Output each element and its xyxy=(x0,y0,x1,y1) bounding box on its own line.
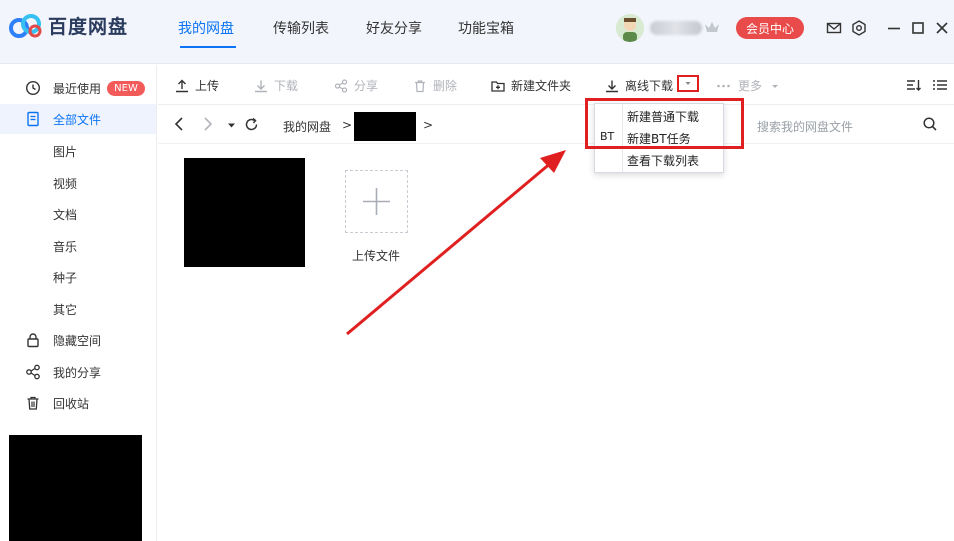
annotation-arrow xyxy=(346,150,566,336)
baidu-netdisk-window: 百度网盘 我的网盘 传输列表 好友分享 功能宝箱 会员中心 最近使用 NEW 全… xyxy=(0,0,954,541)
